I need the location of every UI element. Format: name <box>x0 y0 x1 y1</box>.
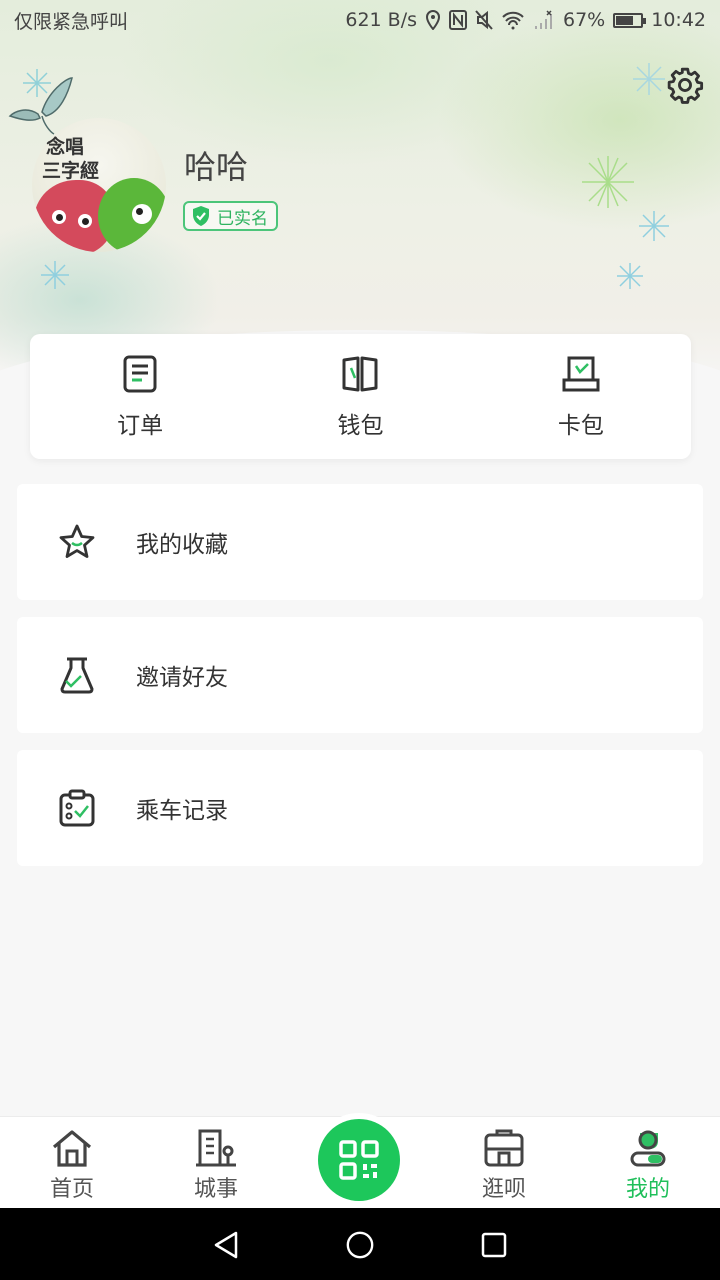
sparkle-decoration-icon <box>41 261 69 289</box>
avatar-text-line2: 三字經 <box>42 160 100 182</box>
carrier-text: 仅限紧急呼叫 <box>14 10 129 33</box>
status-bar: 仅限紧急呼叫 621 B/s 67% 10:42 <box>0 0 720 40</box>
nav-shop[interactable]: 逛呗 <box>432 1117 576 1208</box>
quick-action-card-holder[interactable]: 卡包 <box>471 334 691 459</box>
nav-label: 我的 <box>625 1177 670 1202</box>
menu-item-invite-friends[interactable]: 邀请好友 <box>17 617 703 733</box>
quick-action-label: 卡包 <box>557 413 604 439</box>
nfc-icon <box>449 10 467 30</box>
battery-percent: 67% <box>563 9 606 31</box>
order-icon <box>123 355 157 393</box>
clock: 10:42 <box>651 9 706 31</box>
butterfly-decoration-icon <box>8 77 73 135</box>
wallet-icon <box>342 356 378 392</box>
invite-icon <box>60 657 94 694</box>
recents-icon[interactable] <box>480 1230 508 1260</box>
avatar-eye <box>78 214 92 228</box>
avatar[interactable]: 念唱 三字經 <box>32 118 166 252</box>
menu-item-label: 邀请好友 <box>136 665 228 691</box>
back-icon[interactable] <box>212 1230 240 1260</box>
location-icon <box>425 10 441 30</box>
quick-action-label: 钱包 <box>337 413 384 439</box>
nav-label: 城事 <box>193 1177 238 1202</box>
nav-label: 首页 <box>49 1177 94 1202</box>
shop-icon <box>484 1129 524 1167</box>
star-icon <box>59 524 95 558</box>
avatar-text-line1: 念唱 <box>46 136 85 158</box>
nav-label: 逛呗 <box>481 1177 526 1202</box>
nav-profile[interactable]: 我的 <box>576 1117 720 1208</box>
signal-icon <box>535 10 552 29</box>
status-indicators: 621 B/s 67% 10:42 <box>345 9 706 31</box>
quick-action-wallet[interactable]: 钱包 <box>250 334 470 459</box>
verified-badge: 已实名 <box>183 201 278 231</box>
menu-item-label: 乘车记录 <box>136 798 228 824</box>
battery-icon <box>613 12 647 28</box>
sparkle-decoration-icon <box>617 263 643 289</box>
user-name: 哈哈 <box>184 148 249 186</box>
sparkle-decoration-icon <box>639 211 669 241</box>
verified-shield-icon <box>193 206 209 226</box>
ride-record-icon <box>59 789 95 827</box>
menu-item-label: 我的收藏 <box>136 532 228 558</box>
quick-action-order[interactable]: 订单 <box>30 334 250 459</box>
home-icon <box>52 1130 92 1167</box>
home-circle-icon[interactable] <box>344 1230 376 1260</box>
avatar-eye <box>132 204 152 224</box>
menu-item-favorites[interactable]: 我的收藏 <box>17 484 703 600</box>
menu-item-ride-records[interactable]: 乘车记录 <box>17 750 703 866</box>
sparkle-decoration-icon <box>582 156 634 208</box>
profile-icon <box>630 1130 666 1167</box>
mute-icon <box>475 10 493 30</box>
nav-city[interactable]: 城事 <box>144 1117 288 1208</box>
android-system-nav-bar <box>0 1208 720 1280</box>
qr-scan-icon <box>339 1140 379 1180</box>
city-icon <box>196 1129 236 1167</box>
avatar-eye <box>52 210 66 224</box>
network-speed: 621 B/s <box>345 9 417 31</box>
wifi-icon <box>502 11 524 30</box>
verified-label: 已实名 <box>217 208 268 229</box>
quick-actions-card: 订单 钱包 卡包 <box>30 334 691 459</box>
quick-action-label: 订单 <box>117 413 164 439</box>
settings-gear-icon[interactable] <box>666 66 704 104</box>
nav-home[interactable]: 首页 <box>0 1117 144 1208</box>
sparkle-decoration-icon <box>633 63 665 95</box>
qr-scan-button[interactable] <box>318 1119 400 1201</box>
card-holder-icon <box>562 356 600 392</box>
